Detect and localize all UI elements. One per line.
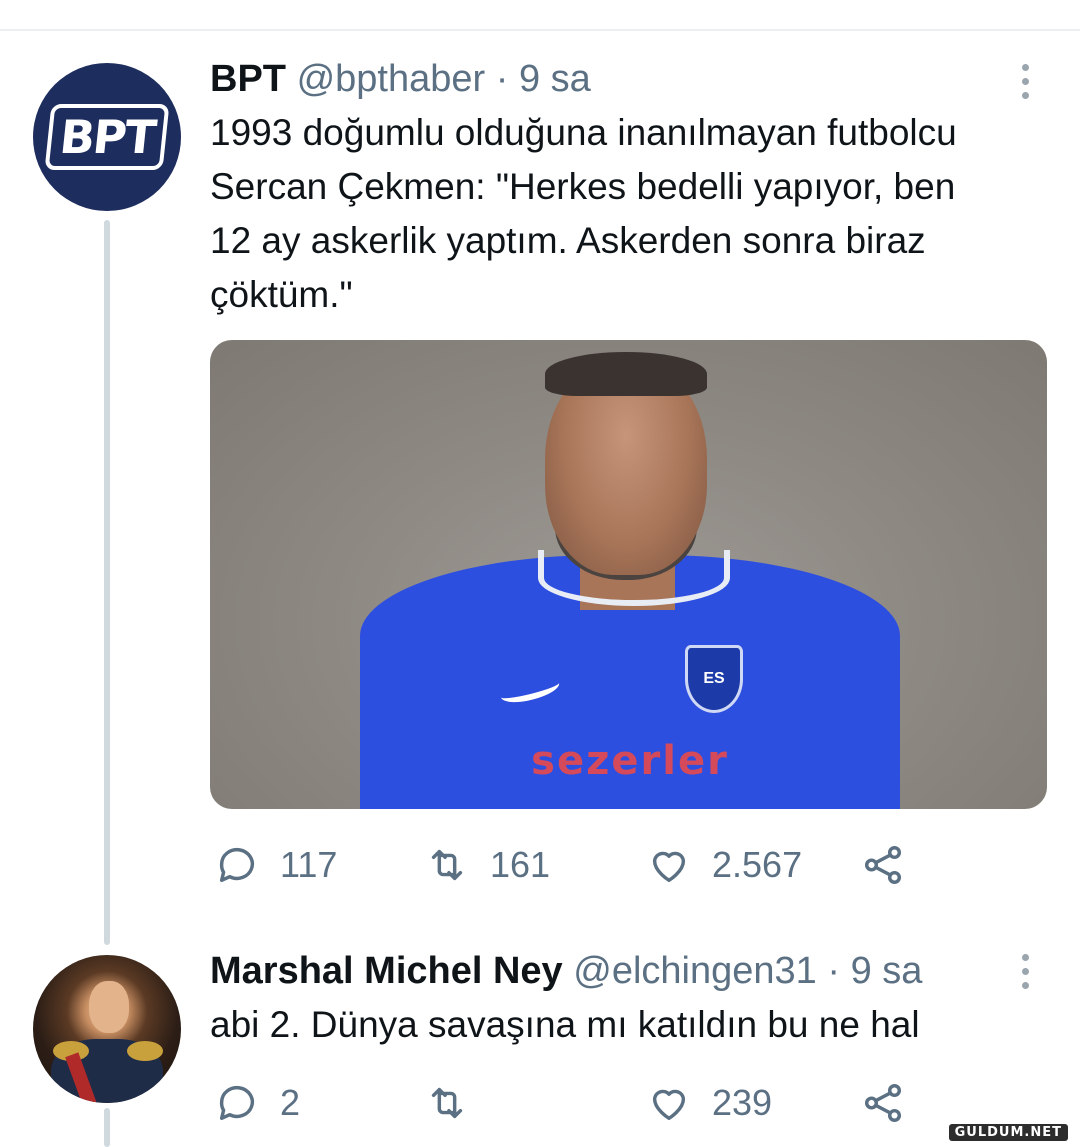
author-name[interactable]: BPT <box>210 58 286 100</box>
thread-line <box>104 220 110 945</box>
share-button[interactable] <box>860 1080 906 1126</box>
marshal-avatar[interactable] <box>33 955 181 1103</box>
more-options-icon[interactable] <box>1016 954 1034 989</box>
tweet-time[interactable]: 9 sa <box>851 950 923 992</box>
separator-dot: · <box>816 950 851 992</box>
jersey-collar <box>538 550 730 606</box>
thread-line-continue <box>104 1108 110 1147</box>
tweet-text: 1993 doğumlu olduğuna inanılmayan futbol… <box>210 112 957 315</box>
reply-button[interactable]: 2 <box>214 1080 300 1126</box>
tweet-actions: 2 239 <box>210 1080 1010 1130</box>
retweet-count: 161 <box>490 844 551 885</box>
author-handle[interactable]: @bpthaber <box>297 58 486 100</box>
player-hair <box>545 352 707 396</box>
like-button[interactable]: 2.567 <box>646 842 802 888</box>
tweet-time[interactable]: 9 sa <box>519 58 591 100</box>
retweet-icon <box>431 849 463 881</box>
more-options-icon[interactable] <box>1016 64 1034 99</box>
tweet-image[interactable]: ES sezerler <box>210 340 1047 809</box>
retweet-button[interactable] <box>424 1080 490 1126</box>
site-watermark: GULDUM.NET <box>948 1124 1068 1141</box>
tweet-header: BPT @bpthaber · 9 sa <box>210 58 591 101</box>
reply-button[interactable]: 117 <box>214 842 337 888</box>
reply-icon <box>219 848 255 883</box>
retweet-button[interactable]: 161 <box>424 842 550 888</box>
retweet-icon <box>431 1087 463 1119</box>
portrait-face <box>89 981 129 1033</box>
separator-dot: · <box>485 58 519 100</box>
top-divider <box>0 29 1080 31</box>
heart-icon <box>652 851 686 883</box>
share-button[interactable] <box>860 842 906 888</box>
reply-count: 117 <box>280 844 338 885</box>
bpt-logo: BPT <box>44 104 170 170</box>
like-button[interactable]: 239 <box>646 1080 772 1126</box>
tweet-header: Marshal Michel Ney @elchingen31 · 9 sa <box>210 950 922 993</box>
reply-count: 2 <box>280 1082 301 1123</box>
club-crest: ES <box>685 645 743 713</box>
portrait-epaulette-right <box>127 1041 163 1061</box>
author-name[interactable]: Marshal Michel Ney <box>210 950 563 992</box>
bpt-avatar[interactable]: BPT <box>33 63 181 211</box>
tweet-text: abi 2. Dünya savaşına mı katıldın bu ne … <box>210 1004 920 1045</box>
tweet-actions: 117 161 2.567 <box>210 842 1010 892</box>
author-handle[interactable]: @elchingen31 <box>573 950 817 992</box>
reply-icon <box>219 1086 255 1121</box>
like-count: 2.567 <box>712 844 803 885</box>
share-icon <box>864 846 902 884</box>
like-count: 239 <box>712 1082 773 1123</box>
share-icon <box>864 1084 902 1122</box>
heart-icon <box>652 1089 686 1121</box>
jersey-sponsor: sezerler <box>531 738 729 784</box>
